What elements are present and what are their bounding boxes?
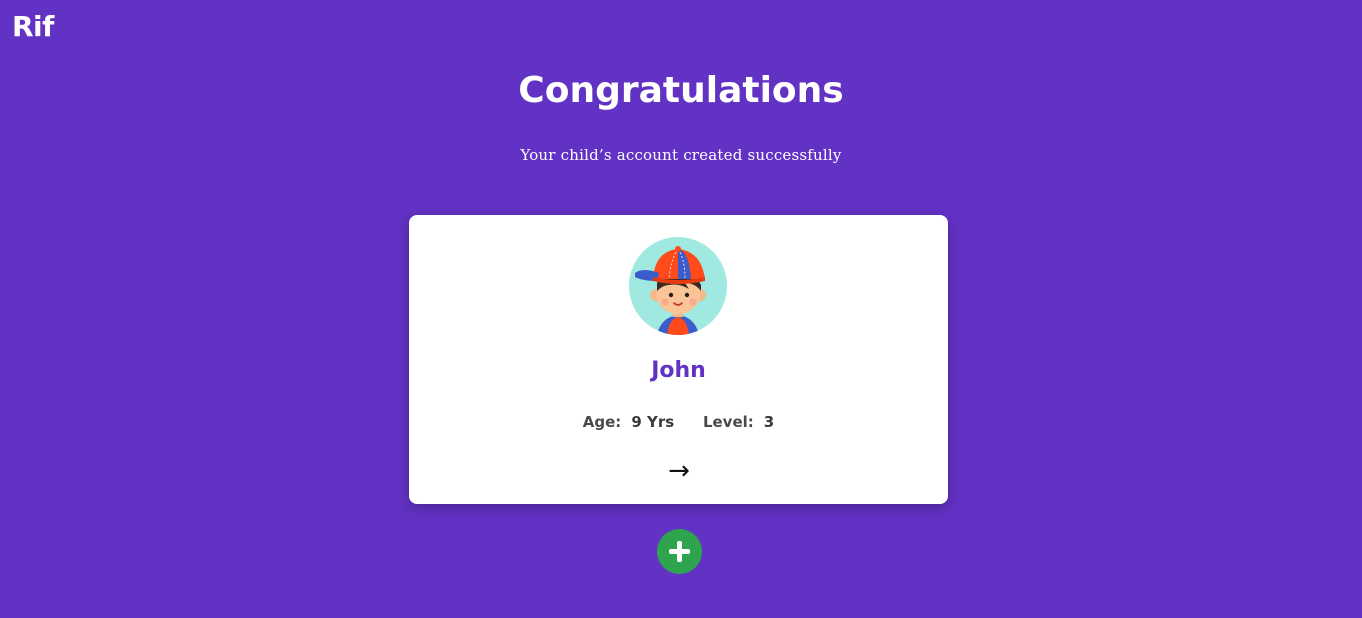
page-subtitle: Your child’s account created successfull… bbox=[520, 146, 842, 164]
age-group: Age: 9 Yrs bbox=[583, 413, 674, 431]
page-title: Congratulations bbox=[518, 70, 844, 111]
child-avatar bbox=[629, 237, 727, 335]
plus-icon-stroke bbox=[677, 541, 682, 562]
app-logo[interactable]: Rif bbox=[12, 10, 54, 43]
arrow-right-icon: → bbox=[668, 456, 690, 486]
child-avatar-icon bbox=[635, 246, 706, 335]
child-details: Age: 9 Yrs Level: 3 bbox=[409, 413, 948, 431]
open-child-profile-button[interactable]: → bbox=[659, 457, 699, 485]
level-group: Level: 3 bbox=[703, 413, 774, 431]
level-label: Level: bbox=[702, 413, 754, 431]
child-name: John bbox=[651, 358, 706, 383]
age-label: Age: bbox=[582, 413, 622, 431]
age-value: 9 Yrs bbox=[631, 413, 675, 431]
add-child-button[interactable] bbox=[657, 529, 702, 574]
level-value: 3 bbox=[763, 413, 775, 431]
child-profile-card: John Age: 9 Yrs Level: 3 → bbox=[409, 215, 948, 504]
